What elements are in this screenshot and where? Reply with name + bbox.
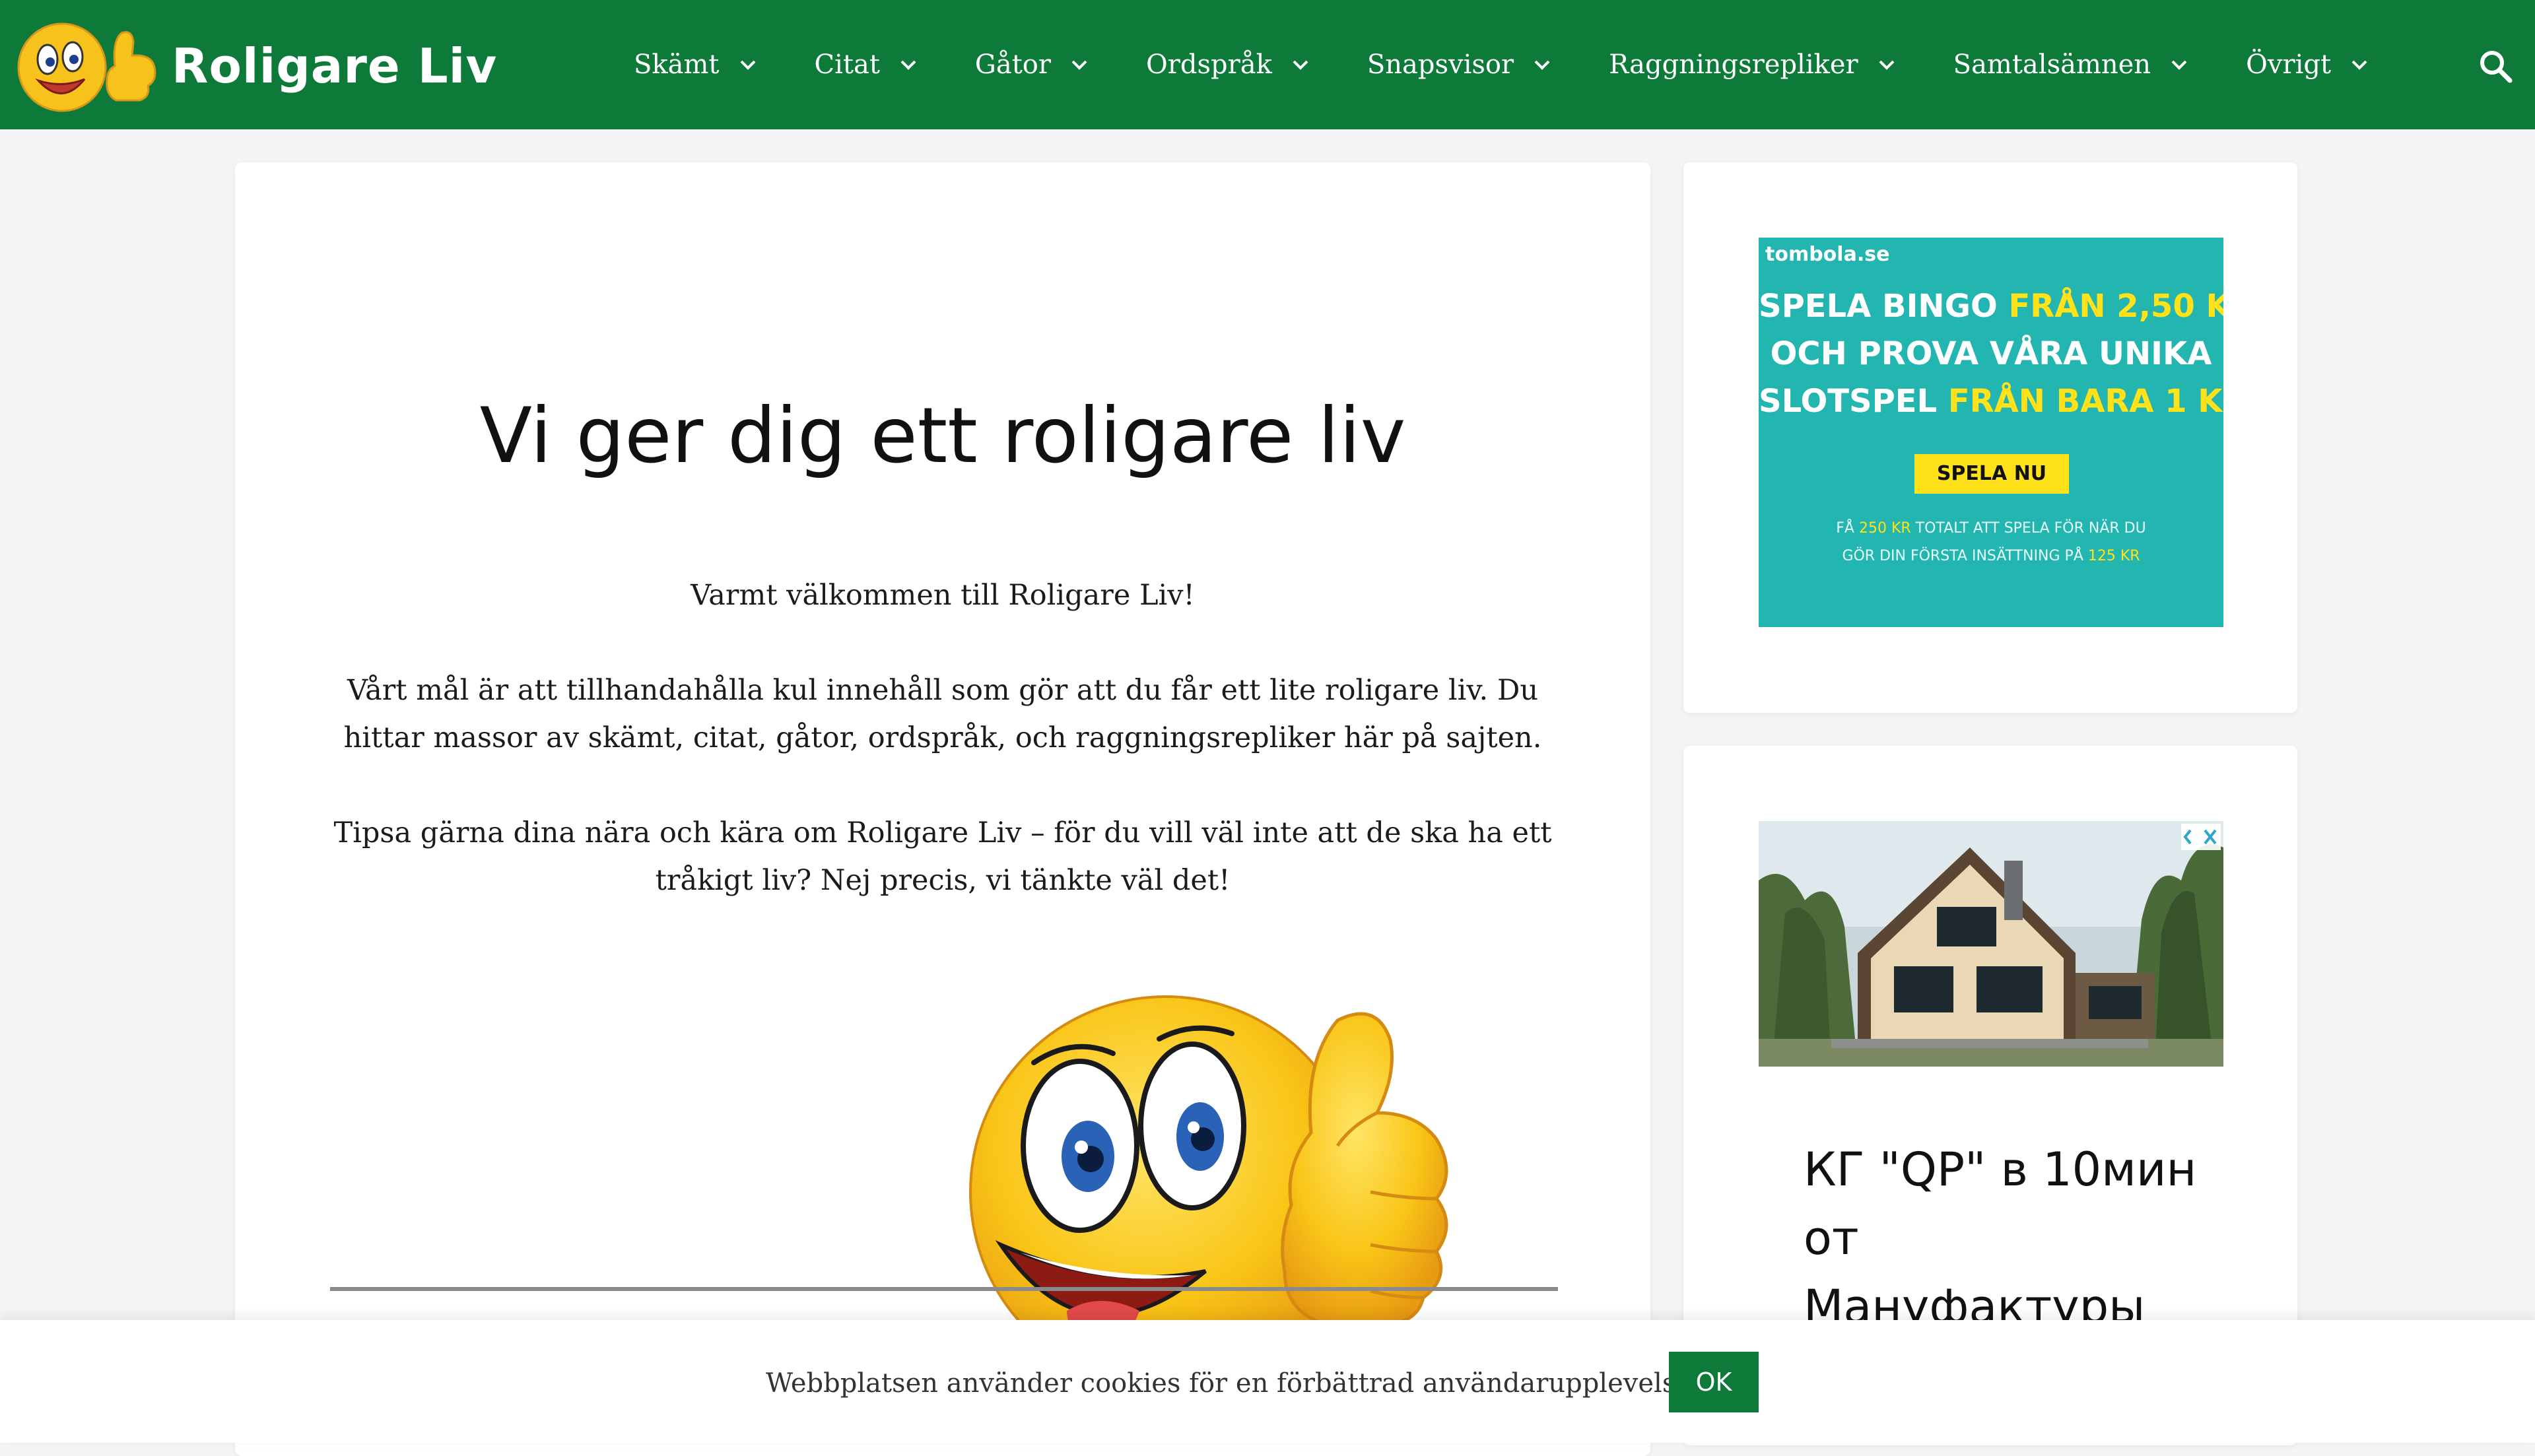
ad-close-icon[interactable] [2181,824,2221,850]
ad-brand: tombola.se [1765,243,1890,266]
tip-paragraph: Tipsa gärna dina nära och kära om Roliga… [333,816,1552,897]
ad-headline-1: SPELA BINGO FRÅN 2,50 KR [1759,288,2223,325]
content-divider [330,1287,1558,1291]
ad-headline-3: SLOTSPEL FRÅN BARA 1 KR! [1759,383,2223,420]
cookie-ok-button[interactable]: OK [1669,1352,1759,1412]
sidebar-ad-card-1: tombola.se SPELA BINGO FRÅN 2,50 KR OCH … [1683,162,2297,713]
nav-item-label: Citat [814,50,880,80]
smiley-thumbs-up-logo[interactable] [16,15,161,115]
modern-house-photo [1759,821,2223,1067]
ad-cta-button[interactable]: SPELA NU [1914,454,2069,494]
bingo-ad-banner[interactable]: tombola.se SPELA BINGO FRÅN 2,50 KR OCH … [1759,238,2223,627]
ad-headline-2: OCH PROVA VÅRA UNIKA [1770,335,2212,372]
nav-item-ovrigt[interactable]: Övrigt [2246,50,2371,80]
nav-item-samtalsamnen[interactable]: Samtalsämnen [1953,50,2190,80]
chevron-down-icon [1068,53,1091,76]
chevron-down-icon [897,53,920,76]
page-title: Vi ger dig ett roligare liv [479,391,1406,480]
main-content-card: Vi ger dig ett roligare liv Varmt välkom… [235,162,1650,1456]
chevron-down-icon [2168,53,2190,76]
nav-item-gator[interactable]: Gåtor [975,50,1091,80]
ad-fine-print-2: GÖR DIN FÖRSTA INSÄTTNING PÅ 125 KR [1842,548,2140,564]
site-header: Roligare Liv Skämt Citat Gåtor Ordspråk … [0,0,2535,129]
nav-item-skamt[interactable]: Skämt [634,50,759,80]
main-nav: Skämt Citat Gåtor Ordspråk Snapsvisor Ra… [634,0,2426,129]
search-icon[interactable] [2477,48,2514,84]
ad-house-text: КГ "QP" в 10мин от Мануфактуры [1804,1142,2197,1334]
chevron-down-icon [737,53,759,76]
nav-item-label: Gåtor [974,50,1051,80]
ad-fine-print-1: FÅ 250 KR TOTALT ATT SPELA FÖR NÄR DU [1836,520,2146,537]
nav-item-raggningsrepliker[interactable]: Raggningsrepliker [1609,50,1898,80]
nav-item-label: Raggningsrepliker [1609,50,1858,80]
nav-item-label: Snapsvisor [1367,50,1514,80]
welcome-text: Varmt välkommen till Roligare Liv! [691,579,1195,612]
nav-item-label: Skämt [634,50,720,80]
nav-item-label: Samtalsämnen [1953,50,2151,80]
nav-item-label: Övrigt [2246,50,2332,80]
nav-item-ordsprak[interactable]: Ordspråk [1146,50,1312,80]
goal-paragraph: Vårt mål är att tillhandahålla kul inneh… [343,674,1542,754]
site-name[interactable]: Roligare Liv [172,34,497,98]
cookie-notice-text: Webbplatsen använder cookies för en förb… [766,1368,1700,1399]
nav-item-snapsvisor[interactable]: Snapsvisor [1367,50,1553,80]
nav-item-label: Ordspråk [1145,50,1272,80]
cookie-bar: Webbplatsen använder cookies för en förb… [0,1320,2535,1443]
chevron-down-icon [2348,53,2371,76]
chevron-down-icon [1289,53,1312,76]
chevron-down-icon [1531,53,1553,76]
chevron-down-icon [1876,53,1898,76]
nav-item-citat[interactable]: Citat [815,50,920,80]
